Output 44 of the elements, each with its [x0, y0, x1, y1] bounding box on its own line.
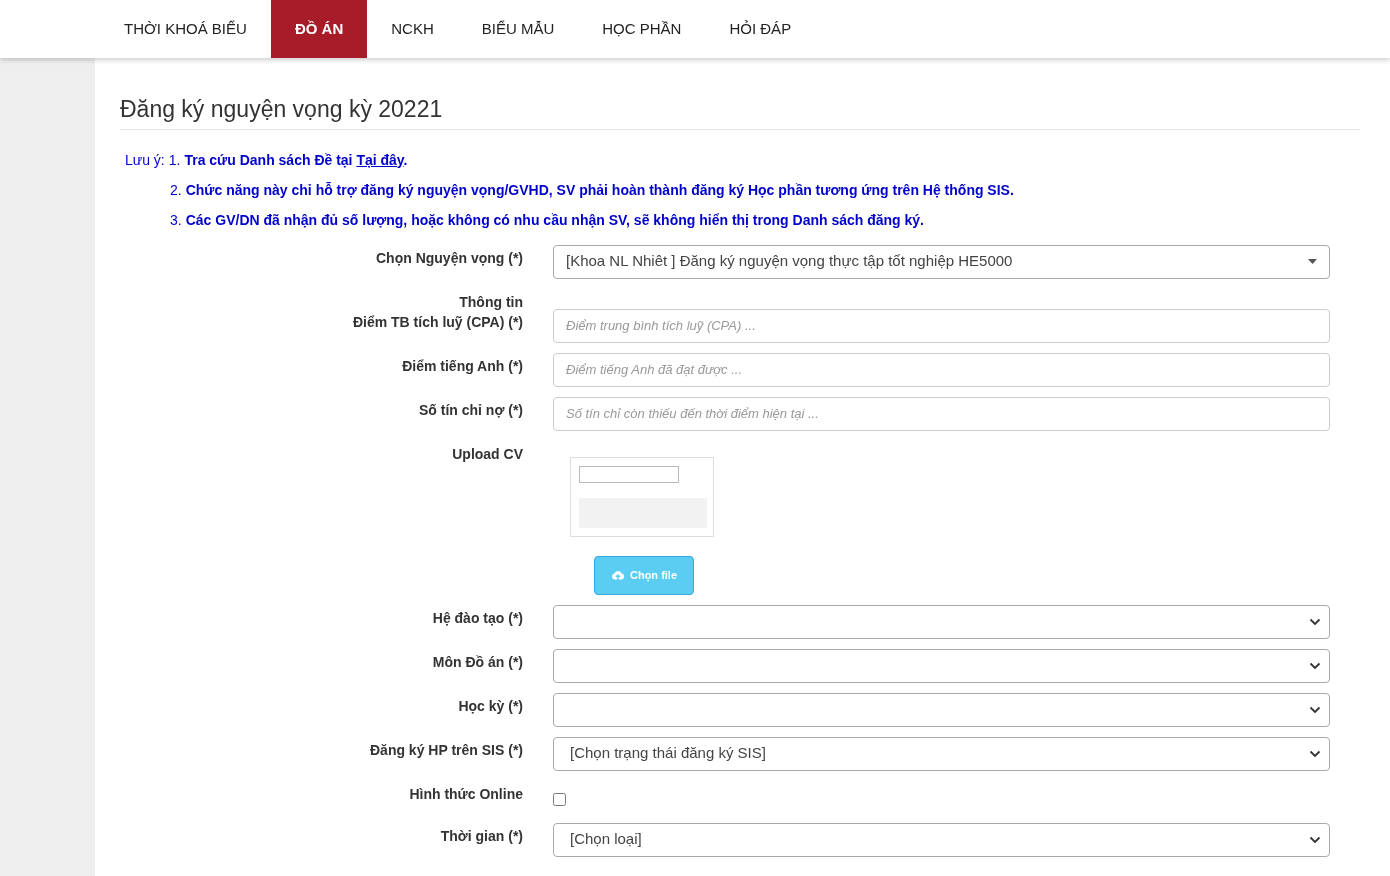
page-title: Đăng ký nguyện vọng kỳ 20221 — [120, 92, 1360, 130]
select-field[interactable] — [553, 648, 1330, 683]
note-text: Các GV/DN đã nhận đủ số lượng, hoặc không có nhu cầu nhận SV, sẽ không hiển thị trong Danh sách đăng ký. — [185, 210, 924, 230]
form-label: Hệ đào tạo (*) — [432, 608, 523, 628]
form-label: Điểm tiếng Anh (*) — [402, 356, 523, 376]
chevron-down-icon — [1309, 835, 1321, 844]
note-prefix: Lưu ý: — [125, 150, 165, 170]
chevron-down-icon — [1309, 749, 1321, 758]
form-label: Học kỳ (*) — [458, 696, 523, 716]
nav-tab[interactable]: ĐỒ ÁN — [270, 0, 368, 58]
input-field[interactable]: Điểm trung bình tích luỹ (CPA) ... — [553, 308, 1330, 343]
note-number: 3. — [170, 210, 182, 230]
note-link[interactable]: Tại đây — [356, 151, 404, 168]
chevron-down-icon — [1309, 705, 1321, 714]
input-field[interactable]: Điểm tiếng Anh đã đạt được ... — [553, 352, 1330, 387]
nav-tab[interactable]: BIỂU MẪU — [457, 0, 579, 58]
form-label: Số tín chỉ nợ (*) — [418, 400, 523, 420]
form-label: Điểm TB tích luỹ (CPA) (*) — [352, 312, 523, 332]
caret-icon — [1308, 259, 1317, 264]
note-number: 2. — [170, 180, 182, 200]
form-label: Thông tin — [459, 292, 523, 312]
select-field[interactable] — [553, 604, 1330, 639]
form-label: Môn Đồ án (*) — [432, 652, 523, 672]
cloud-upload-icon — [610, 569, 625, 581]
form-label: Chọn Nguyện vọng (*) — [376, 248, 523, 268]
nav-tab[interactable]: HỎI ĐÁP — [705, 0, 816, 58]
nav-tab[interactable]: HỌC PHẦN — [578, 0, 706, 58]
select-field[interactable] — [553, 692, 1330, 727]
form-label: Hình thức Online — [409, 784, 523, 804]
nav-tab[interactable]: THỜI KHOÁ BIỂU — [100, 0, 271, 58]
note-number: 1. — [168, 150, 181, 170]
select-field[interactable]: [Chọn trạng thái đăng ký SIS] — [553, 736, 1330, 771]
note-text: Chức năng này chỉ hỗ trợ đăng ký nguyện vọng/GVHD, SV phải hoàn thành đăng ký Học phần tương ứng trên Hệ thống SIS. — [185, 180, 1014, 200]
chevron-down-icon — [1309, 617, 1321, 626]
form-label: Upload CV — [452, 444, 523, 464]
form-label: Đăng ký HP trên SIS (*) — [370, 740, 523, 760]
checkbox[interactable] — [553, 792, 566, 806]
input-field[interactable]: Số tín chỉ còn thiếu đến thời điểm hiện tại ... — [553, 396, 1330, 431]
nav-tab[interactable]: NCKH — [367, 0, 458, 58]
select-field[interactable]: [Chọn loại] — [553, 822, 1330, 857]
select-field[interactable]: [Khoa NL Nhiêt ] Đăng ký nguyện vọng thực tập tốt nghiệp HE5000 — [553, 244, 1330, 279]
form-label: Thời gian (*) — [440, 826, 523, 846]
chevron-down-icon — [1309, 661, 1321, 670]
note-text: Tra cứu Danh sách Đề tại Tại đây. — [184, 150, 408, 170]
